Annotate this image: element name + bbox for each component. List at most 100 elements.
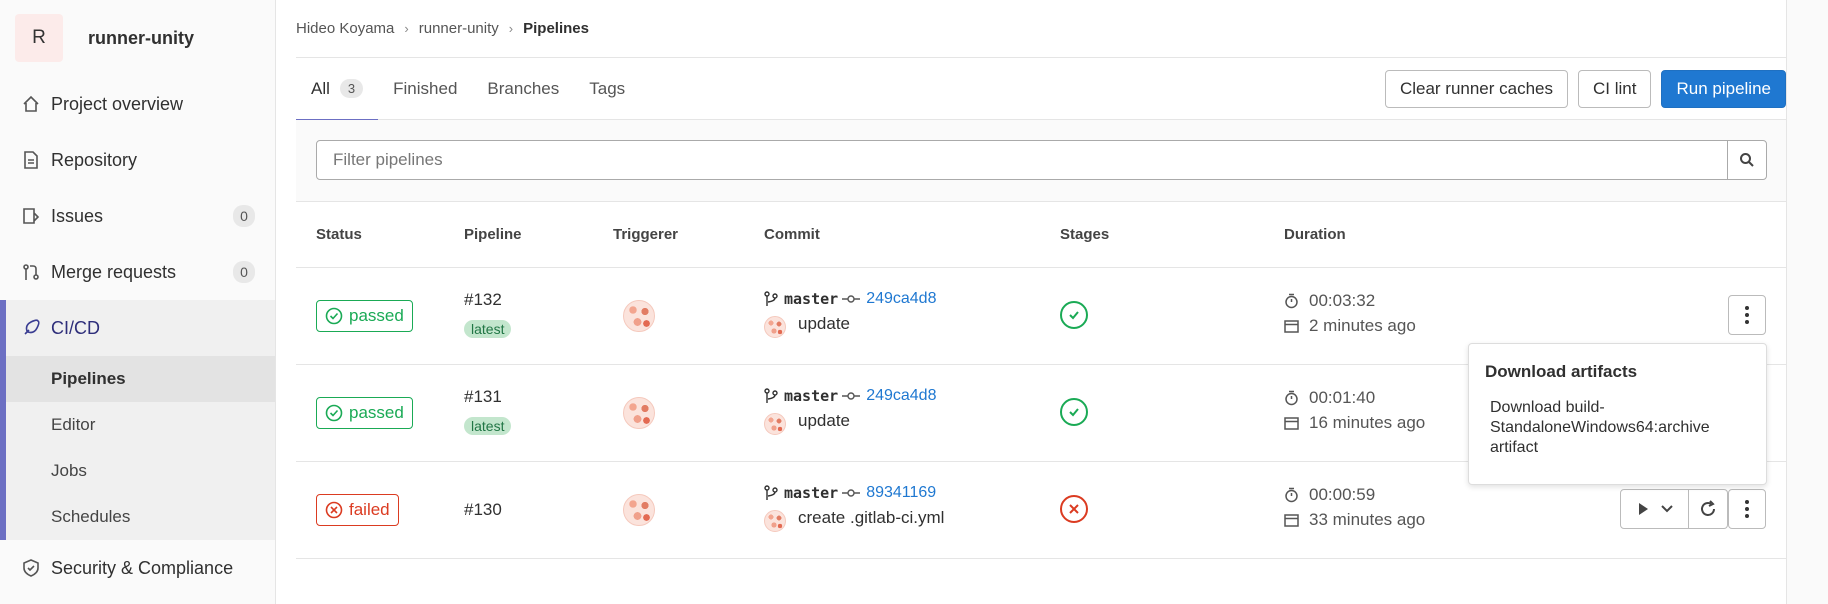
pipeline-actions: Clear runner caches CI lint Run pipeline <box>1384 70 1786 108</box>
sidebar-item-label: Project overview <box>51 93 184 114</box>
download-artifacts-dropdown: Download artifacts Download build-Standa… <box>1468 343 1767 485</box>
triggerer-avatar[interactable] <box>623 300 655 332</box>
header-triggerer: Triggerer <box>613 226 679 243</box>
clear-runner-caches-button[interactable]: Clear runner caches <box>1384 70 1569 108</box>
more-actions-button[interactable] <box>1728 489 1766 529</box>
search-icon <box>1740 153 1754 167</box>
commit-sha-link[interactable]: 249ca4d8 <box>866 290 936 308</box>
play-dropdown-button[interactable] <box>1620 489 1689 529</box>
latest-badge: latest <box>464 320 512 338</box>
sidebar-item-label: Security & Compliance <box>51 557 234 578</box>
check-icon <box>1069 311 1079 320</box>
breadcrumb-current[interactable]: Pipelines <box>523 20 589 37</box>
x-icon <box>1069 504 1079 514</box>
calendar-icon <box>1284 514 1299 527</box>
manual-actions-group <box>1620 489 1728 529</box>
tab-finished[interactable]: Finished <box>378 58 472 120</box>
ci-lint-button[interactable]: CI lint <box>1578 70 1652 108</box>
stage-status-icon[interactable] <box>1060 398 1088 426</box>
breadcrumb-project[interactable]: runner-unity <box>419 20 499 37</box>
project-name[interactable]: runner-unity <box>88 28 194 49</box>
sidebar-item-issues[interactable]: Issues 0 <box>0 188 275 244</box>
filter-bar: Filter pipelines <box>296 120 1786 202</box>
sidebar-subitem-editor[interactable]: Editor <box>6 402 275 448</box>
triggerer-avatar[interactable] <box>623 397 655 429</box>
run-pipeline-button[interactable]: Run pipeline <box>1661 70 1786 108</box>
branch-name-link[interactable]: master <box>784 484 838 502</box>
sidebar: R runner-unity Project overview Reposito… <box>0 0 276 604</box>
merge-request-icon <box>21 262 41 282</box>
triggerer-avatar[interactable] <box>623 494 655 526</box>
retry-button[interactable] <box>1689 489 1728 529</box>
sidebar-item-repository[interactable]: Repository <box>0 132 275 188</box>
tab-tags[interactable]: Tags <box>574 58 640 120</box>
branch-icon <box>764 388 778 403</box>
commit-sha-link[interactable]: 249ca4d8 <box>866 387 936 405</box>
chevron-right-icon: › <box>404 21 409 36</box>
filter-pipelines-input[interactable]: Filter pipelines <box>316 140 1728 180</box>
issues-count-badge: 0 <box>233 205 255 227</box>
sidebar-subitem-schedules[interactable]: Schedules <box>6 494 275 540</box>
stage-status-icon[interactable] <box>1060 495 1088 523</box>
commit-author-avatar[interactable] <box>764 316 786 338</box>
branch-name-link[interactable]: master <box>784 387 838 405</box>
project-header[interactable]: R runner-unity <box>0 0 275 76</box>
chevron-right-icon: › <box>508 21 514 36</box>
sidebar-item-label: Merge requests <box>51 261 177 282</box>
branch-icon <box>764 291 778 306</box>
shield-icon <box>21 558 41 578</box>
sidebar-cicd-section: CI/CD Pipelines Editor Jobs Schedules <box>0 300 275 540</box>
breadcrumb-owner[interactable]: Hideo Koyama <box>296 20 394 37</box>
pipeline-id-link[interactable]: #131 <box>464 387 502 407</box>
pipeline-id-link[interactable]: #130 <box>464 500 502 520</box>
chevron-down-icon <box>1660 505 1673 513</box>
timer-icon <box>1285 487 1298 503</box>
table-header: Status Pipeline Triggerer Commit Stages … <box>296 202 1786 268</box>
sidebar-item-label: CI/CD <box>51 317 100 338</box>
branch-icon <box>764 485 778 500</box>
sidebar-subitem-jobs[interactable]: Jobs <box>6 448 275 494</box>
timer-icon <box>1285 390 1298 406</box>
pipeline-id-link[interactable]: #132 <box>464 290 502 310</box>
stage-status-icon[interactable] <box>1060 301 1088 329</box>
status-badge[interactable]: failed <box>316 494 399 526</box>
search-button[interactable] <box>1727 140 1767 180</box>
sidebar-item-security[interactable]: Security & Compliance <box>0 540 275 596</box>
sidebar-item-merge-requests[interactable]: Merge requests 0 <box>0 244 275 300</box>
commit-message-link[interactable]: update <box>798 411 850 431</box>
sidebar-item-project-overview[interactable]: Project overview <box>0 76 275 132</box>
play-icon <box>1638 503 1648 515</box>
branch-name-link[interactable]: master <box>784 290 838 308</box>
commit-ref: master 249ca4d8 <box>764 290 936 308</box>
status-badge[interactable]: passed <box>316 300 413 332</box>
commit-author-avatar[interactable] <box>764 413 786 435</box>
sidebar-item-cicd[interactable]: CI/CD <box>6 300 275 356</box>
check-circle-icon <box>325 307 343 325</box>
commit-message-link[interactable]: update <box>798 314 850 334</box>
commit-author-avatar[interactable] <box>764 510 786 532</box>
commit-icon <box>842 489 861 497</box>
status-label: failed <box>349 500 390 519</box>
pipeline-tabs: All 3 Finished Branches Tags Clear runne… <box>296 58 1786 121</box>
tab-branches[interactable]: Branches <box>472 58 574 120</box>
more-actions-button[interactable] <box>1728 295 1766 335</box>
calendar-icon <box>1284 417 1299 430</box>
sidebar-subitem-pipelines[interactable]: Pipelines <box>6 356 275 402</box>
download-artifact-item[interactable]: Download build-StandaloneWindows64:archi… <box>1485 398 1750 458</box>
commit-message-link[interactable]: create .gitlab-ci.yml <box>798 508 944 528</box>
finished-value: 2 minutes ago <box>1309 316 1416 335</box>
x-circle-icon <box>325 501 343 519</box>
tab-all[interactable]: All 3 <box>296 58 379 121</box>
dropdown-title: Download artifacts <box>1485 362 1638 381</box>
finished-value: 16 minutes ago <box>1309 413 1426 432</box>
latest-badge: latest <box>464 417 512 435</box>
document-icon <box>21 150 41 170</box>
retry-icon <box>1701 500 1715 516</box>
duration-value: 00:03:32 <box>1309 291 1376 310</box>
sidebar-item-label: Repository <box>51 149 138 170</box>
header-stages: Stages <box>1060 226 1110 243</box>
header-duration: Duration <box>1284 226 1346 243</box>
status-badge[interactable]: passed <box>316 397 413 429</box>
timer-icon <box>1285 293 1298 309</box>
commit-sha-link[interactable]: 89341169 <box>866 484 936 502</box>
